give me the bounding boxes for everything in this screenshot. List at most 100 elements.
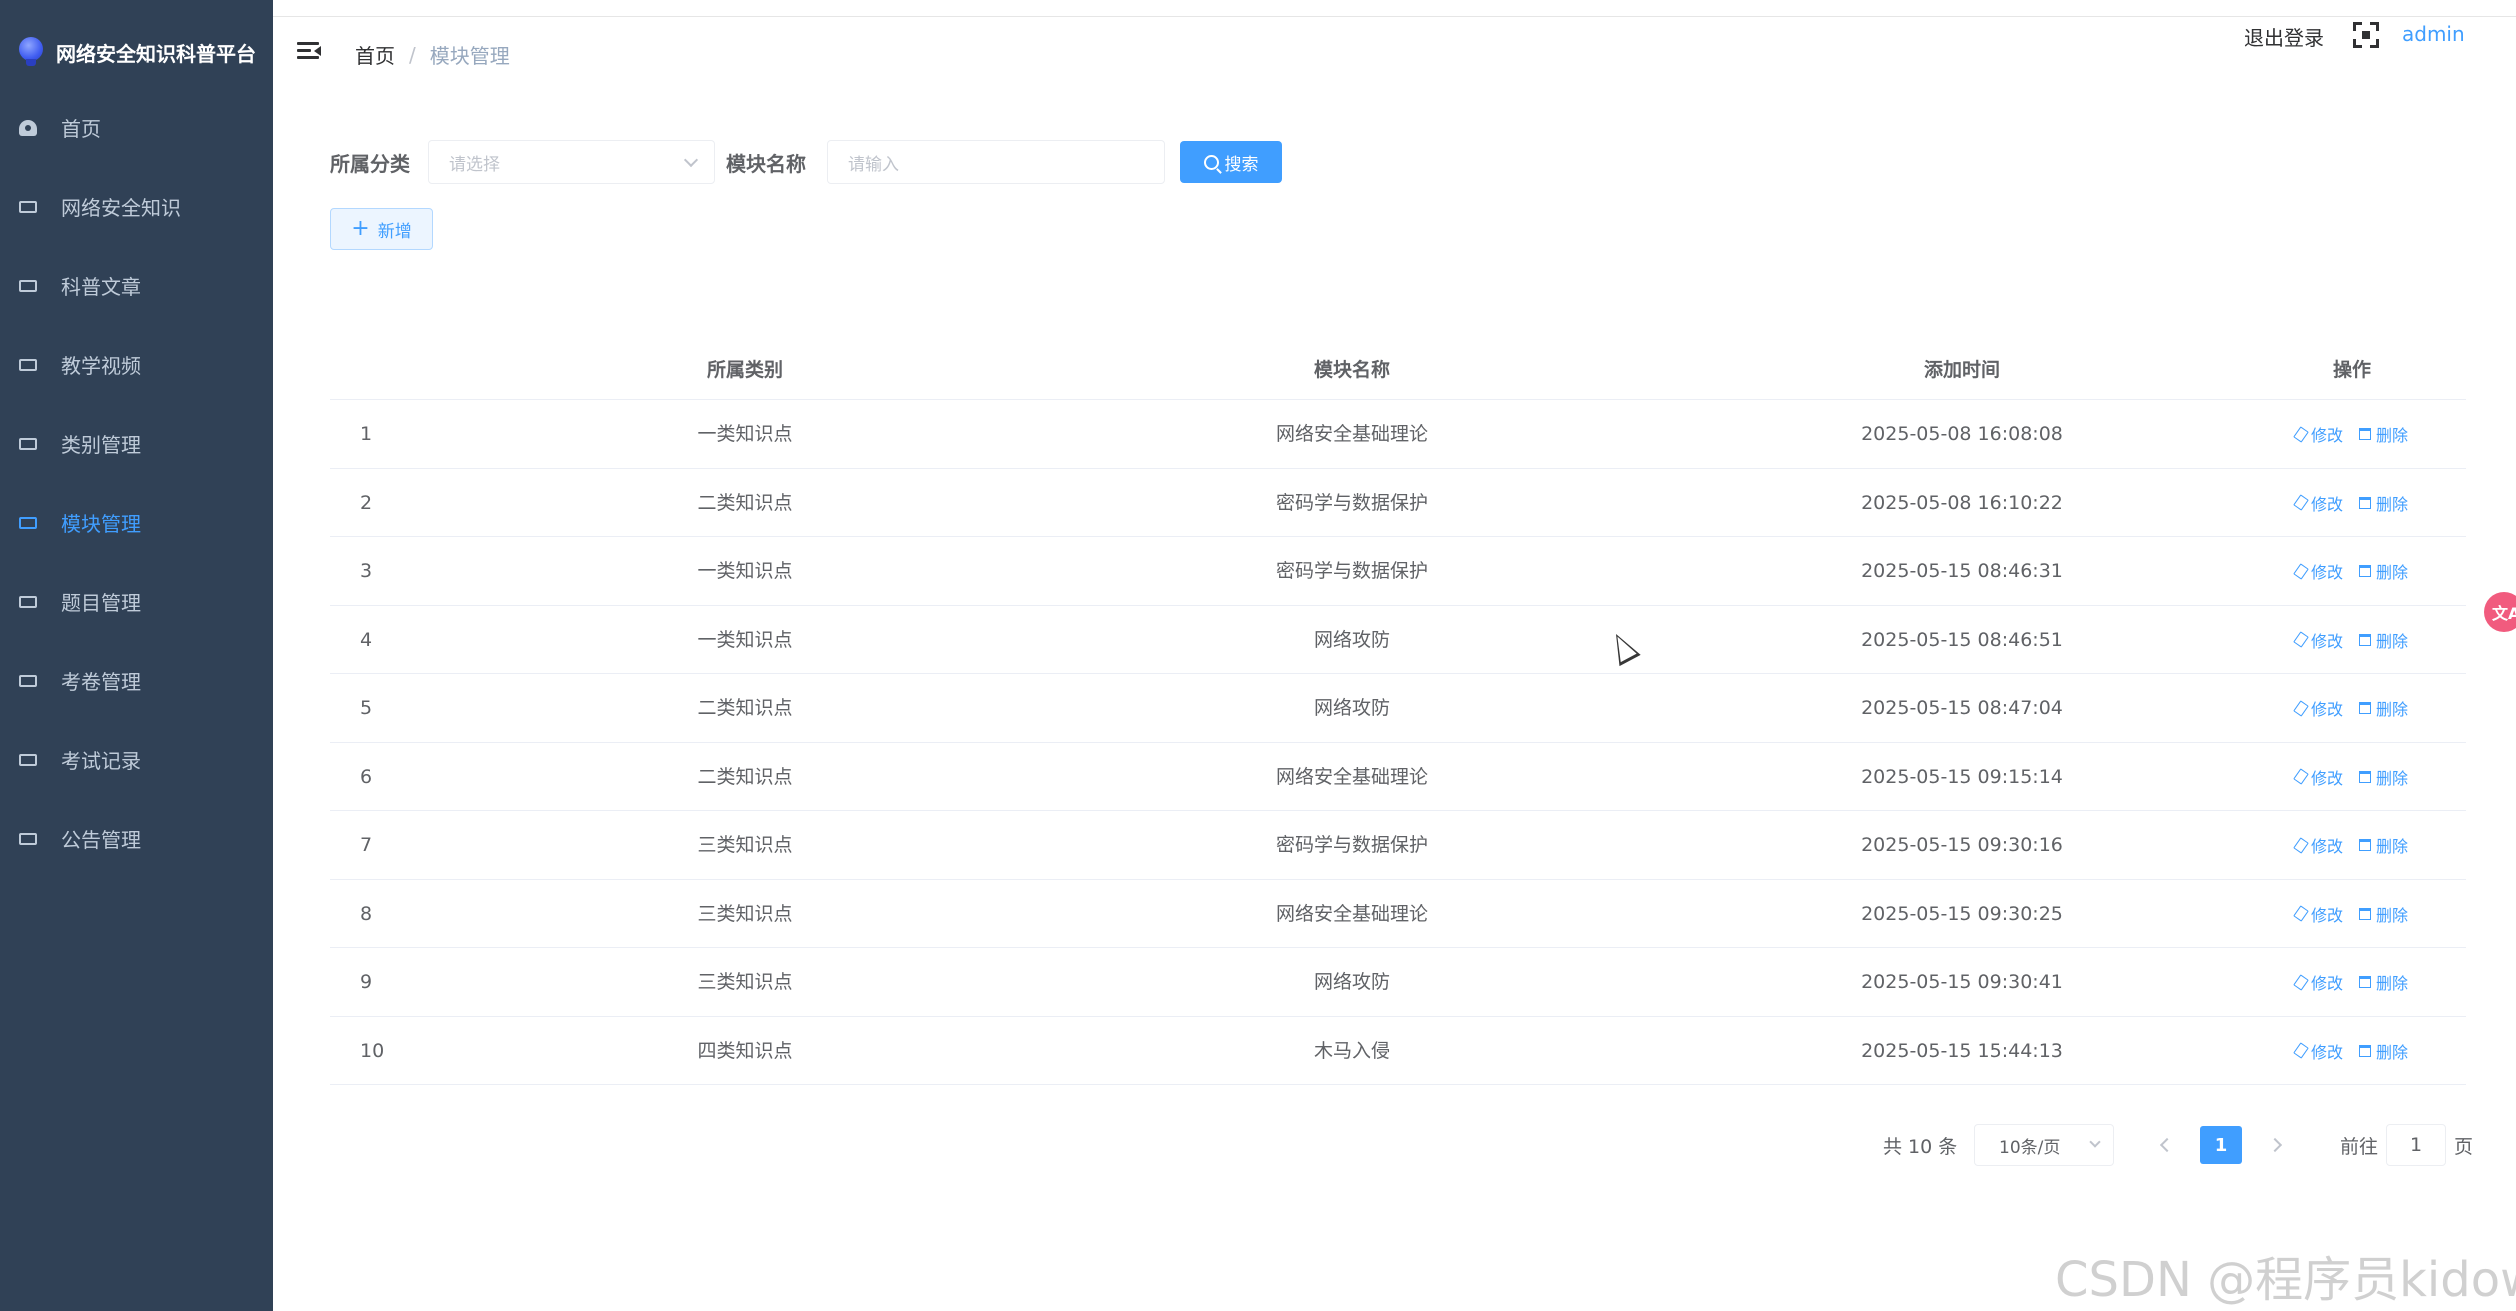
column-header-module-name: 模块名称 xyxy=(1313,359,1390,381)
edit-button[interactable]: 修改 xyxy=(2293,422,2343,446)
menu-icon xyxy=(19,437,37,450)
edit-button[interactable]: 修改 xyxy=(2293,1039,2343,1063)
search-button[interactable]: 搜索 xyxy=(1180,141,1282,183)
page-size-select[interactable]: 10条/页 xyxy=(1974,1124,2114,1166)
row-actions: 修改 删除 xyxy=(2262,880,2442,948)
sidebar-item[interactable]: 类别管理 xyxy=(0,404,273,483)
cell-category: 四类知识点 xyxy=(697,1039,793,1062)
edit-label: 修改 xyxy=(2310,837,2343,856)
column-header-actions: 操作 xyxy=(2332,359,2371,381)
sidebar-item[interactable]: 公告管理 xyxy=(0,799,273,878)
next-page-icon[interactable] xyxy=(2262,1130,2292,1160)
edit-button[interactable]: 修改 xyxy=(2293,628,2343,652)
page-number-current[interactable]: 1 xyxy=(2200,1126,2242,1164)
cell-category: 一类知识点 xyxy=(697,423,793,445)
cell-module-name: 密码学与数据保护 xyxy=(1275,834,1428,856)
hamburger-icon[interactable] xyxy=(297,40,321,62)
prev-page-icon[interactable] xyxy=(2150,1130,2180,1160)
goto-label: 前往 xyxy=(2340,1136,2379,1158)
row-actions: 修改 删除 xyxy=(2262,743,2442,811)
column-header-added-time: 添加时间 xyxy=(1923,359,2000,381)
cell-category: 二类知识点 xyxy=(697,697,793,719)
cell-added-time: 2025-05-15 09:30:25 xyxy=(1861,902,2063,925)
delete-button[interactable]: 删除 xyxy=(2359,422,2408,446)
table-row: 10 四类知识点 木马入侵 2025-05-15 15:44:13 修改 删除 xyxy=(330,1017,2466,1085)
edit-button[interactable]: 修改 xyxy=(2293,559,2343,583)
delete-button[interactable]: 删除 xyxy=(2359,628,2408,652)
edit-button[interactable]: 修改 xyxy=(2293,765,2343,789)
lightbulb-logo-icon xyxy=(18,37,44,67)
sidebar-item[interactable]: 题目管理 xyxy=(0,562,273,641)
edit-label: 修改 xyxy=(2310,905,2343,925)
module-name-input[interactable]: 请输入 xyxy=(827,140,1165,184)
module-name-label: 模块名称 xyxy=(726,152,806,176)
category-select[interactable]: 请选择 xyxy=(428,140,715,184)
edit-icon xyxy=(2293,425,2309,443)
column-header-index xyxy=(330,340,430,400)
sidebar-item[interactable]: 科普文章 xyxy=(0,246,273,325)
row-actions: 修改 删除 xyxy=(2262,469,2442,537)
sidebar-item-label: 考卷管理 xyxy=(61,670,141,694)
edit-label: 修改 xyxy=(2310,631,2343,651)
delete-button[interactable]: 删除 xyxy=(2359,559,2408,583)
delete-button[interactable]: 删除 xyxy=(2359,491,2408,515)
edit-button[interactable]: 修改 xyxy=(2293,833,2343,857)
sidebar-item[interactable]: 网络安全知识 xyxy=(0,167,273,246)
chevron-down-icon xyxy=(683,152,699,168)
table-row: 3 一类知识点 密码学与数据保护 2025-05-15 08:46:31 修改 删除 xyxy=(330,537,2466,606)
chevron-down-icon xyxy=(2089,1136,2101,1148)
sidebar-item-label: 首页 xyxy=(61,117,101,141)
menu-icon xyxy=(19,516,37,529)
edit-button[interactable]: 修改 xyxy=(2293,970,2343,994)
cell-index: 3 xyxy=(360,560,373,582)
cell-module-name: 网络攻防 xyxy=(1313,628,1390,651)
sidebar-item-label: 类别管理 xyxy=(61,433,141,457)
row-actions: 修改 删除 xyxy=(2262,674,2442,742)
breadcrumb-home[interactable]: 首页 xyxy=(355,40,395,69)
goto-page-input[interactable]: 1 xyxy=(2386,1124,2446,1166)
cell-index: 9 xyxy=(360,971,373,993)
edit-label: 修改 xyxy=(2310,426,2343,445)
edit-button[interactable]: 修改 xyxy=(2293,696,2343,720)
delete-label: 删除 xyxy=(2376,905,2409,925)
sidebar-item-label: 题目管理 xyxy=(61,591,141,615)
delete-button[interactable]: 删除 xyxy=(2359,1039,2408,1063)
logout-button[interactable]: 退出登录 xyxy=(2244,22,2324,51)
translate-icon[interactable]: 文A xyxy=(2484,592,2516,632)
cell-module-name: 网络攻防 xyxy=(1313,697,1390,719)
sidebar-item-label: 公告管理 xyxy=(61,828,141,852)
fullscreen-icon[interactable] xyxy=(2353,22,2379,48)
sidebar-item[interactable]: 考试记录 xyxy=(0,720,273,799)
row-actions: 修改 删除 xyxy=(2262,1017,2442,1085)
row-actions: 修改 删除 xyxy=(2262,948,2442,1016)
delete-button[interactable]: 删除 xyxy=(2359,696,2408,720)
delete-button[interactable]: 删除 xyxy=(2359,902,2408,926)
category-filter-label: 所属分类 xyxy=(330,152,410,176)
delete-button[interactable]: 删除 xyxy=(2359,970,2408,994)
cell-category: 三类知识点 xyxy=(697,971,793,993)
sidebar-item[interactable]: 教学视频 xyxy=(0,325,273,404)
cell-added-time: 2025-05-15 09:15:14 xyxy=(1861,765,2063,788)
delete-label: 删除 xyxy=(2376,837,2409,856)
trash-icon xyxy=(2359,976,2371,988)
sidebar-item-label: 模块管理 xyxy=(61,512,141,536)
sidebar-item[interactable]: 模块管理 xyxy=(0,483,273,562)
edit-button[interactable]: 修改 xyxy=(2293,491,2343,515)
cell-added-time: 2025-05-15 09:30:16 xyxy=(1861,834,2063,856)
delete-button[interactable]: 删除 xyxy=(2359,765,2408,789)
dashboard-icon xyxy=(19,119,37,136)
cell-category: 三类知识点 xyxy=(697,834,793,856)
cell-category: 二类知识点 xyxy=(697,491,793,514)
sidebar-item[interactable]: 考卷管理 xyxy=(0,641,273,720)
navbar: 首页 / 模块管理 xyxy=(273,18,2516,86)
edit-button[interactable]: 修改 xyxy=(2293,902,2343,926)
top-border xyxy=(273,0,2516,17)
username-link[interactable]: admin xyxy=(2402,22,2465,46)
delete-button[interactable]: 删除 xyxy=(2359,833,2408,857)
watermark: CSDN @程序员kidow xyxy=(2055,1252,2516,1308)
sidebar-item[interactable]: 首页 xyxy=(0,88,273,167)
cell-index: 5 xyxy=(360,697,373,719)
table-header: 所属类别 模块名称 添加时间 操作 xyxy=(330,340,2466,400)
cell-index: 1 xyxy=(360,423,373,445)
add-button[interactable]: + 新增 xyxy=(330,208,433,250)
